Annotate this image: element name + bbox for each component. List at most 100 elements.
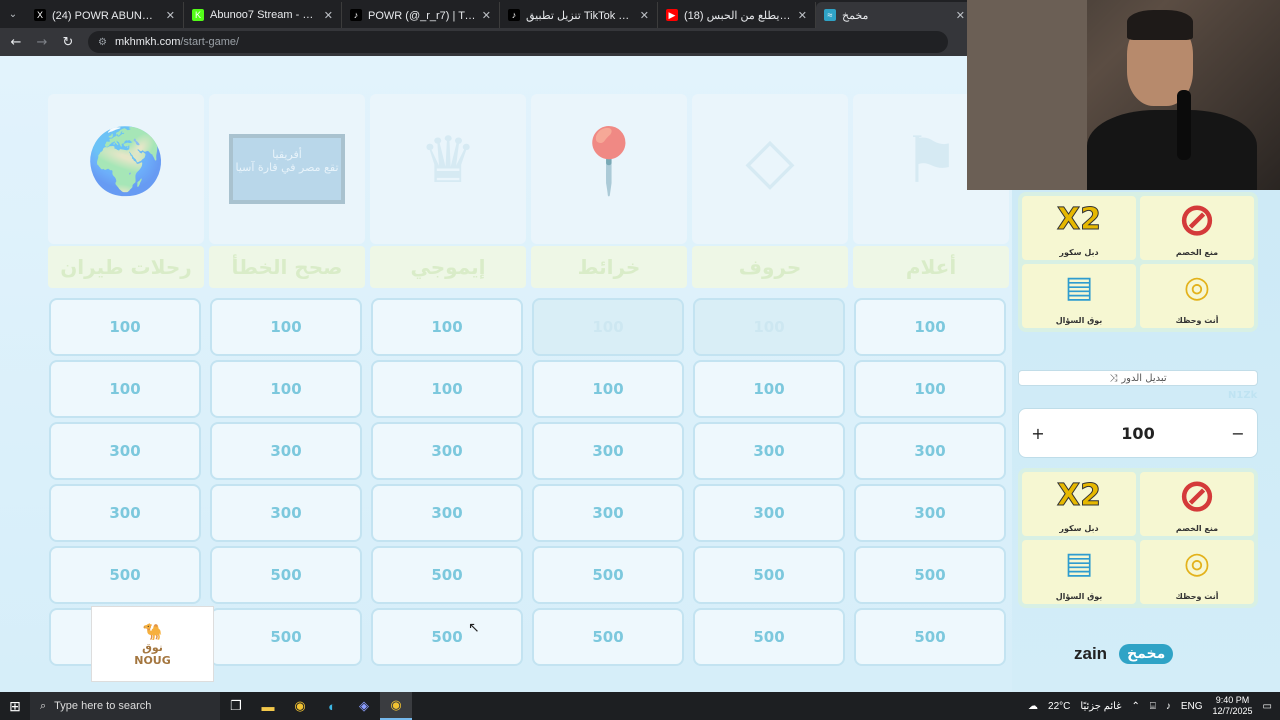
question-tile[interactable]: 100 — [49, 298, 201, 356]
webcam-overlay — [967, 0, 1280, 190]
browser-tab[interactable]: X (24) POWR ABUNOO7 على X: " ✕ — [26, 2, 184, 28]
question-tile[interactable]: 100 — [371, 360, 523, 418]
category-card: 📍 خرائط — [531, 94, 687, 294]
powerup-button[interactable]: ▤ بوق السؤال — [1022, 540, 1136, 604]
taskbar-search[interactable]: ⌕ Type here to search — [30, 692, 220, 720]
question-tile[interactable]: 100 — [854, 360, 1006, 418]
question-tile[interactable]: 100 — [532, 360, 684, 418]
increment-button[interactable]: + — [1029, 424, 1047, 443]
category-label: رحلات طيران — [48, 246, 204, 288]
browser-tab[interactable]: ≈ مخمخ ✕ — [816, 2, 974, 28]
powerup-button[interactable]: ⊘ منع الخصم — [1140, 472, 1254, 536]
question-tile[interactable]: 500 — [854, 546, 1006, 604]
tab-search-chevron-icon[interactable]: ⌄ — [0, 0, 26, 28]
question-tile[interactable]: 300 — [693, 422, 845, 480]
question-tile[interactable]: 300 — [49, 422, 201, 480]
question-tile[interactable]: 300 — [371, 422, 523, 480]
question-tile[interactable]: 500 — [693, 608, 845, 666]
question-tile[interactable]: 300 — [532, 422, 684, 480]
question-tile[interactable]: 500 — [854, 608, 1006, 666]
edge-icon[interactable]: ◐ — [316, 692, 348, 720]
browser-tab[interactable]: ♪ تنزيل تطبيق TikTok لنظام Android ✕ — [500, 2, 658, 28]
weather-icon[interactable]: ☁ — [1028, 701, 1038, 712]
tab-favicon-icon: X — [34, 9, 46, 21]
network-icon[interactable]: ⌸ — [1150, 701, 1156, 712]
tab-close-icon[interactable]: ✕ — [640, 9, 649, 22]
camel-icon: 🐪 — [142, 621, 163, 641]
tab-close-icon[interactable]: ✕ — [798, 9, 807, 22]
question-tile[interactable]: 100 — [210, 298, 362, 356]
powerup-icon: ◎ — [1183, 546, 1211, 581]
url-field[interactable]: ⚙ mkhmkh.com/start-game/ — [88, 31, 948, 53]
decrement-button[interactable]: − — [1229, 424, 1247, 443]
question-tile[interactable]: 100 — [210, 360, 362, 418]
question-tile[interactable]: 100 — [693, 298, 845, 356]
language-indicator[interactable]: ENG — [1181, 701, 1203, 712]
question-tile[interactable]: 500 — [693, 546, 845, 604]
question-tile[interactable]: 500 — [49, 546, 201, 604]
reload-icon[interactable]: ↻ — [58, 32, 78, 52]
browser-tab[interactable]: ▶ (18) اخر شخص يطلع من الحبس ✕ — [658, 2, 816, 28]
powerup-button[interactable]: X2 دبل سكور — [1022, 472, 1136, 536]
tab-close-icon[interactable]: ✕ — [956, 9, 965, 22]
clock[interactable]: 9:40 PM 12/7/2025 — [1213, 695, 1253, 717]
powerup-button[interactable]: ⊘ منع الخصم — [1140, 196, 1254, 260]
chrome-active-icon[interactable]: ◉ — [380, 692, 412, 720]
question-tile[interactable]: 100 — [854, 298, 1006, 356]
question-tile[interactable]: 300 — [210, 484, 362, 542]
browser-tab[interactable]: ♪ POWR (@_r_r7) | TikTok أبو سبيع ✕ — [342, 2, 500, 28]
question-tile[interactable]: 300 — [854, 484, 1006, 542]
notification-icon[interactable]: ▭ — [1263, 701, 1272, 712]
tab-title: مخمخ — [842, 9, 869, 22]
tab-title: POWR (@_r_r7) | TikTok أبو سبيع — [368, 9, 476, 22]
powerup-label: منع الخصم — [1175, 524, 1219, 533]
powerup-icon: X2 — [1056, 478, 1102, 514]
tab-title: (24) POWR ABUNOO7 على X: " — [52, 9, 160, 22]
question-tile[interactable]: 300 — [49, 484, 201, 542]
question-tile[interactable]: 300 — [371, 484, 523, 542]
powerup-button[interactable]: ◎ أنت وحظك — [1140, 264, 1254, 328]
forward-arrow-icon[interactable]: → — [32, 32, 52, 52]
tab-favicon-icon: ≈ — [824, 9, 836, 21]
question-tile[interactable]: 300 — [532, 484, 684, 542]
site-info-icon[interactable]: ⚙ — [98, 37, 107, 48]
question-tile[interactable]: 100 — [532, 298, 684, 356]
powerup-button[interactable]: ▤ بوق السؤال — [1022, 264, 1136, 328]
powerups-top: X2 دبل سكور ⊘ منع الخصم ▤ بوق السؤال ◎ أنت وحظك — [1018, 192, 1258, 332]
tab-favicon-icon: K — [192, 9, 204, 21]
tray-chevron-icon[interactable]: ⌃ — [1131, 701, 1139, 712]
question-tile[interactable]: 300 — [210, 422, 362, 480]
powerup-label: منع الخصم — [1175, 248, 1219, 257]
powerup-label: أنت وحظك — [1175, 592, 1219, 601]
chrome-icon[interactable]: ◉ — [284, 692, 316, 720]
powerup-icon: ▤ — [1064, 546, 1094, 581]
question-tile[interactable]: 500 — [371, 546, 523, 604]
discord-icon[interactable]: ◈ — [348, 692, 380, 720]
question-tile[interactable]: 500 — [371, 608, 523, 666]
tab-title: Abunoo7 Stream - Watch Live o — [210, 9, 318, 21]
question-tile[interactable]: 300 — [693, 484, 845, 542]
powerup-button[interactable]: ◎ أنت وحظك — [1140, 540, 1254, 604]
back-arrow-icon[interactable]: ← — [6, 32, 26, 52]
tab-close-icon[interactable]: ✕ — [324, 9, 333, 22]
question-tile[interactable]: 300 — [854, 422, 1006, 480]
category-art: ◇ — [692, 94, 848, 244]
volume-icon[interactable]: ♪ — [1166, 701, 1171, 712]
question-tile[interactable]: 100 — [371, 298, 523, 356]
powerup-button[interactable]: X2 دبل سكور — [1022, 196, 1136, 260]
windows-start-icon[interactable]: ⊞ — [0, 698, 30, 715]
tab-close-icon[interactable]: ✕ — [166, 9, 175, 22]
task-view-icon[interactable]: ❐ — [220, 692, 252, 720]
question-tile[interactable]: 500 — [210, 546, 362, 604]
weather-text[interactable]: غائم جزئيًا — [1080, 701, 1121, 712]
question-tile[interactable]: 500 — [532, 546, 684, 604]
tab-close-icon[interactable]: ✕ — [482, 9, 491, 22]
swap-turn-button[interactable]: ⤨ تبديل الدور — [1018, 370, 1258, 386]
weather-temp[interactable]: 22°C — [1048, 701, 1070, 712]
file-explorer-icon[interactable]: ▬ — [252, 692, 284, 720]
question-tile[interactable]: 500 — [210, 608, 362, 666]
browser-tab[interactable]: K Abunoo7 Stream - Watch Live o ✕ — [184, 2, 342, 28]
question-tile[interactable]: 500 — [532, 608, 684, 666]
question-tile[interactable]: 100 — [49, 360, 201, 418]
question-tile[interactable]: 100 — [693, 360, 845, 418]
